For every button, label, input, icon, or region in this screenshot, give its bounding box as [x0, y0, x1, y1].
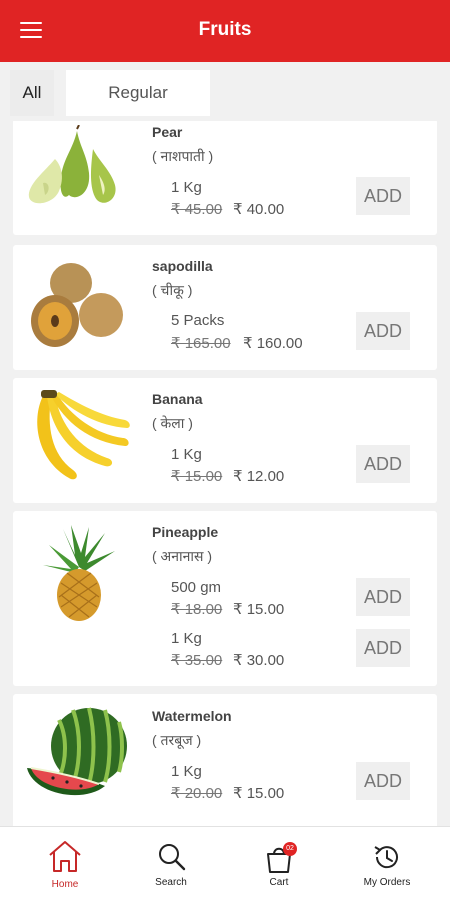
product-list[interactable]: Pear ( नाशपाती ) 1 Kg ₹ 45.00 ₹ 40.00 AD… — [0, 121, 450, 826]
nav-search[interactable]: Search — [115, 827, 227, 900]
product-card-sapodilla: sapodilla ( चीकू ) 5 Packs ₹ 165.00 ₹ 16… — [13, 245, 437, 370]
variant-quantity: 5 Packs — [171, 312, 225, 329]
search-icon — [159, 844, 186, 871]
product-hindi-name: ( चीकू ) — [152, 282, 193, 298]
product-card-banana: Banana ( केला ) 1 Kg ₹ 15.00 ₹ 12.00 ADD — [13, 378, 437, 503]
tab-all[interactable]: All — [10, 70, 54, 116]
variant-price: ₹ 15.00 — [233, 601, 285, 618]
product-hindi-name: ( नाशपाती ) — [152, 148, 214, 164]
variant-mrp: ₹ 20.00 — [171, 785, 223, 802]
add-to-cart-button[interactable]: ADD — [356, 445, 410, 483]
nav-cart[interactable]: 02 Cart — [223, 827, 335, 900]
add-to-cart-button[interactable]: ADD — [356, 177, 410, 215]
app-bar: Fruits — [0, 0, 450, 62]
product-card-pineapple: Pineapple ( अनानास ) 500 gm ₹ 18.00 ₹ 15… — [13, 511, 437, 686]
tab-regular[interactable]: Regular — [66, 70, 210, 116]
variant-mrp: ₹ 18.00 — [171, 601, 223, 618]
product-name: sapodilla — [152, 258, 213, 274]
nav-my-orders[interactable]: My Orders — [331, 827, 443, 900]
pineapple-image — [43, 525, 115, 621]
add-to-cart-button[interactable]: ADD — [356, 629, 410, 667]
variant-mrp: ₹ 15.00 — [171, 468, 223, 485]
variant-quantity: 1 Kg — [171, 630, 202, 647]
add-to-cart-button[interactable]: ADD — [356, 312, 410, 350]
variant-mrp: ₹ 45.00 — [171, 201, 223, 218]
variant-price: ₹ 160.00 — [243, 335, 303, 352]
product-name: Watermelon — [152, 708, 232, 724]
variant-mrp: ₹ 35.00 — [171, 652, 223, 669]
add-to-cart-button[interactable]: ADD — [356, 762, 410, 800]
variant-price: ₹ 15.00 — [233, 785, 285, 802]
sapodilla-image — [31, 263, 123, 347]
variant-price: ₹ 30.00 — [233, 652, 285, 669]
variant-price: ₹ 40.00 — [233, 201, 285, 218]
product-card-pear: Pear ( नाशपाती ) 1 Kg ₹ 45.00 ₹ 40.00 AD… — [13, 121, 437, 235]
variant-quantity: 1 Kg — [171, 446, 202, 463]
variant-quantity: 500 gm — [171, 579, 222, 596]
banana-image — [37, 390, 130, 480]
variant-quantity: 1 Kg — [171, 179, 202, 196]
product-name: Pear — [152, 124, 183, 140]
bottom-navigation: Home Search 02 Cart My Orders — [0, 826, 450, 900]
page-title: Fruits — [198, 19, 252, 40]
product-name: Banana — [152, 391, 203, 407]
product-hindi-name: ( अनानास ) — [152, 548, 213, 564]
variant-mrp: ₹ 165.00 — [171, 335, 231, 352]
product-hindi-name: ( केला ) — [152, 415, 193, 431]
nav-label: My Orders — [363, 877, 411, 888]
product-name: Pineapple — [152, 524, 219, 540]
product-hindi-name: ( तरबूज ) — [152, 732, 202, 748]
product-card-watermelon: Watermelon ( तरबूज ) 1 Kg ₹ 20.00 ₹ 15.0… — [13, 694, 437, 826]
nav-label: Search — [155, 877, 187, 888]
watermelon-image — [27, 707, 127, 796]
nav-label: Home — [51, 879, 79, 890]
cart-count-badge: 02 — [283, 842, 297, 856]
nav-label: Cart — [269, 877, 289, 888]
add-to-cart-button[interactable]: ADD — [356, 578, 410, 616]
nav-home[interactable]: Home — [9, 827, 121, 900]
variant-price: ₹ 12.00 — [233, 468, 285, 485]
pear-image — [28, 125, 116, 204]
variant-quantity: 1 Kg — [171, 763, 202, 780]
history-icon — [374, 846, 398, 869]
home-icon — [49, 841, 81, 872]
